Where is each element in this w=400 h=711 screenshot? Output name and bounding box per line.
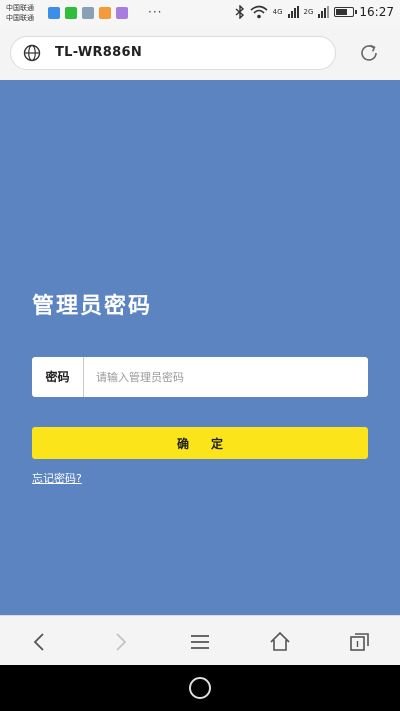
wechat-icon xyxy=(65,7,77,19)
carrier-name-2: 中国联通 xyxy=(6,14,34,22)
signal-icon xyxy=(318,6,330,18)
status-indicators: 4G 2G 16:27 xyxy=(235,5,394,19)
bluetooth-icon xyxy=(235,5,244,19)
system-navigation-bar xyxy=(0,665,400,711)
signal-icon xyxy=(287,6,299,18)
system-home-button[interactable] xyxy=(189,677,211,699)
confirm-button[interactable]: 确定 xyxy=(32,427,368,459)
status-bar: 中国联通 中国联通 ··· 4G 2G 16:27 xyxy=(0,0,400,28)
reload-button[interactable] xyxy=(358,42,380,64)
page-title: 管理员密码 xyxy=(32,293,153,319)
clock: 16:27 xyxy=(359,5,394,19)
wifi-icon xyxy=(250,5,268,19)
network-type-4g: 4G xyxy=(272,8,283,16)
app-notification-icon xyxy=(48,7,60,19)
password-input[interactable] xyxy=(84,357,368,397)
gallery-icon xyxy=(82,7,94,19)
more-notifications-icon: ··· xyxy=(148,5,163,19)
app-notification-icon xyxy=(116,7,128,19)
password-label: 密码 xyxy=(32,357,84,397)
globe-icon xyxy=(23,44,41,62)
home-button[interactable] xyxy=(268,630,292,654)
back-button[interactable] xyxy=(28,630,52,654)
password-field-group: 密码 xyxy=(32,357,368,397)
browser-toolbar xyxy=(0,615,400,666)
carrier-info: 中国联通 中国联通 xyxy=(6,3,34,23)
menu-button[interactable] xyxy=(188,630,212,654)
notification-icons xyxy=(48,7,128,19)
carrier-name-1: 中国联通 xyxy=(6,4,34,12)
browser-address-area: TL-WR886N xyxy=(0,28,400,81)
url-text: TL-WR886N xyxy=(55,45,143,60)
battery-icon xyxy=(334,7,358,17)
address-bar[interactable]: TL-WR886N xyxy=(10,36,336,70)
forward-button[interactable] xyxy=(108,630,132,654)
app-notification-icon xyxy=(99,7,111,19)
battery-level xyxy=(336,9,348,15)
router-login-page: 管理员密码 密码 确定 忘记密码? xyxy=(0,80,400,615)
network-type-2g: 2G xyxy=(303,8,314,16)
forgot-password-link[interactable]: 忘记密码? xyxy=(32,470,82,486)
tabs-button[interactable] xyxy=(348,630,372,654)
